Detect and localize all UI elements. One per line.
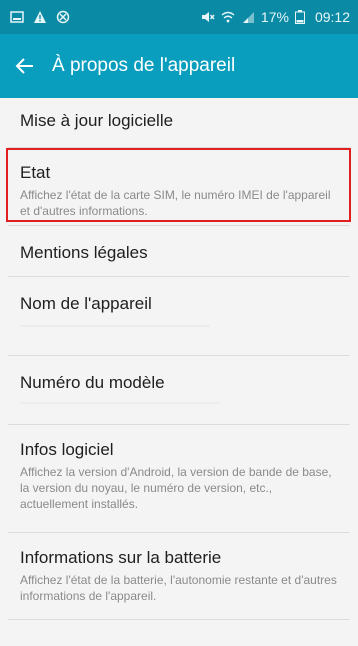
battery-icon [294,10,309,24]
item-description: Affichez l'état de la carte SIM, le numé… [20,188,331,218]
warning-icon [33,10,47,24]
item-title: Informations sur la batterie [20,548,222,567]
clock: 09:12 [314,9,350,25]
item-description: Affichez l'état de la batterie, l'autono… [20,573,337,603]
faint-value-placeholder [20,325,210,327]
signal-icon [241,10,255,24]
settings-list: Mise à jour logicielle Etat Affichez l'é… [0,98,358,620]
item-title: Numéro du modèle [20,373,165,392]
page-title: À propos de l'appareil [52,55,236,76]
list-item-device-name[interactable]: Nom de l'appareil [0,277,358,355]
list-item-battery-info[interactable]: Informations sur la batterie Affichez l'… [0,533,358,619]
gallery-icon [10,10,24,24]
wifi-icon [221,10,235,24]
status-bar: 17% 09:12 [0,0,358,34]
list-item-software-update[interactable]: Mise à jour logicielle [0,98,358,147]
list-item-software-info[interactable]: Infos logiciel Affichez la version d'And… [0,425,358,532]
item-title: Etat [20,163,51,182]
battery-percent: 17% [260,9,289,25]
faint-value-placeholder [20,402,220,404]
list-item-status[interactable]: Etat Affichez l'état de la carte SIM, le… [0,148,358,225]
item-title: Mentions légales [20,243,148,262]
item-description: Affichez la version d'Android, la versio… [20,465,332,511]
item-title: Mise à jour logicielle [20,111,174,130]
item-title: Infos logiciel [20,440,114,459]
blocked-icon [56,10,70,24]
back-arrow-icon[interactable] [14,55,36,77]
status-right-icons: 17% 09:12 [201,9,350,25]
status-left-icons [10,10,70,24]
app-bar: À propos de l'appareil [0,34,358,98]
list-item-model-number[interactable]: Numéro du modèle [0,356,358,424]
item-title: Nom de l'appareil [20,294,152,313]
mute-icon [201,10,215,24]
list-item-legal[interactable]: Mentions légales [0,226,358,276]
divider [8,619,350,620]
